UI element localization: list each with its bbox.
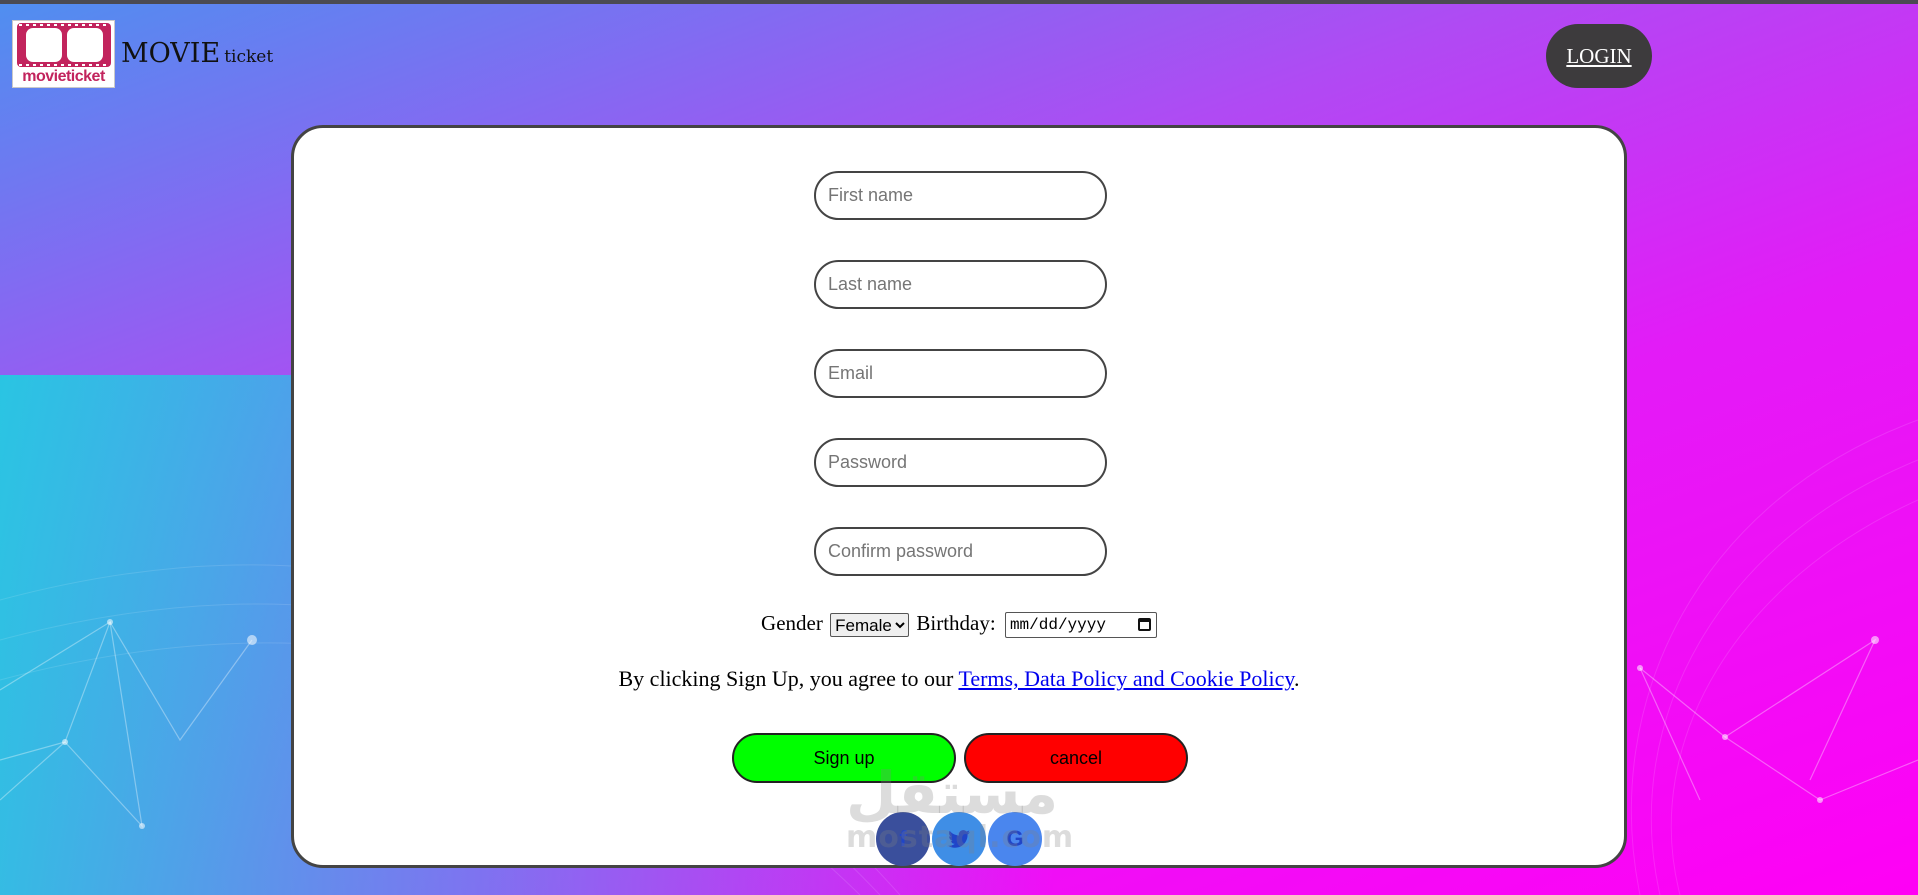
facebook-icon[interactable]: f xyxy=(876,812,930,866)
birthday-label: Birthday: xyxy=(916,611,996,635)
password-input[interactable] xyxy=(814,438,1107,487)
twitter-bird-icon xyxy=(948,830,970,848)
birthday-date-value: mm/dd/yyyy xyxy=(1009,616,1106,635)
brand-title: MOVIE ticket xyxy=(121,38,273,69)
logo-wordmark: movieticket xyxy=(13,68,114,86)
logo[interactable]: movieticket xyxy=(12,20,115,88)
first-name-input[interactable] xyxy=(814,171,1107,220)
facebook-glyph: f xyxy=(899,826,907,851)
cancel-button[interactable]: cancel xyxy=(964,733,1188,783)
birthday-date-input[interactable]: mm/dd/yyyy xyxy=(1004,612,1157,639)
email-input[interactable] xyxy=(814,349,1107,398)
login-button[interactable]: LOGIN xyxy=(1546,24,1652,88)
google-icon[interactable]: G xyxy=(988,812,1042,866)
top-border xyxy=(0,0,1918,4)
brand-title-small: ticket xyxy=(224,47,274,67)
terms-suffix: . xyxy=(1293,666,1300,691)
signup-card: Gender Female Birthday: mm/dd/yyyy By cl… xyxy=(291,125,1627,868)
terms-notice: By clicking Sign Up, you agree to our Te… xyxy=(294,666,1624,692)
confirm-password-input[interactable] xyxy=(814,527,1107,576)
terms-link[interactable]: Terms, Data Policy and Cookie Policy xyxy=(958,666,1294,691)
google-glyph: G xyxy=(1006,826,1024,851)
logo-text-ticket: ticket xyxy=(65,68,105,85)
sign-up-button[interactable]: Sign up xyxy=(732,733,956,783)
twitter-icon[interactable] xyxy=(932,812,986,866)
calendar-icon[interactable] xyxy=(1137,618,1151,632)
logo-text-movie: movie xyxy=(22,68,66,85)
brand-title-big: MOVIE xyxy=(121,38,221,69)
gender-birthday-row: Gender Female Birthday: mm/dd/yyyy xyxy=(294,611,1624,639)
gender-select[interactable]: Female xyxy=(830,613,910,638)
terms-prefix: By clicking Sign Up, you agree to our xyxy=(618,666,959,691)
gender-label: Gender xyxy=(761,611,823,635)
logo-ticket-icon xyxy=(17,23,111,67)
last-name-input[interactable] xyxy=(814,260,1107,309)
